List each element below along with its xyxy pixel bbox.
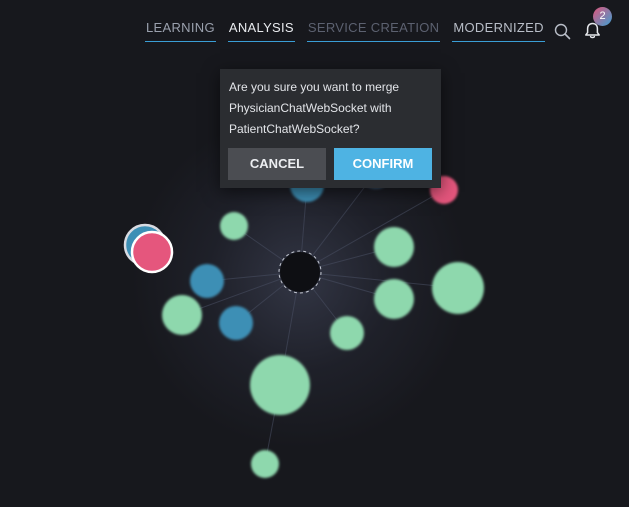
graph-node[interactable] [250,355,310,415]
graph-node[interactable] [251,450,279,478]
center-node[interactable] [278,250,322,294]
graph-node[interactable] [220,212,248,240]
graph-node[interactable] [330,316,364,350]
notification-badge[interactable]: 2 [593,7,612,26]
graph-node[interactable] [374,227,414,267]
tab-learning[interactable]: LEARNING [145,20,216,42]
graph-node[interactable] [162,295,202,335]
dialog-message: Are you sure you want to merge Physician… [229,80,400,136]
graph-node[interactable] [190,264,224,298]
top-navbar: LEARNING ANALYSIS SERVICE CREATION MODER… [0,0,629,56]
merge-confirm-dialog: Are you sure you want to merge Physician… [220,69,441,188]
search-icon[interactable] [554,23,571,45]
graph-node[interactable] [432,262,484,314]
dragged-node[interactable] [123,223,174,274]
confirm-button[interactable]: CONFIRM [334,148,432,180]
graph-node[interactable] [219,306,253,340]
cancel-button[interactable]: CANCEL [228,148,326,180]
tab-analysis[interactable]: ANALYSIS [227,20,295,42]
nav-tabs: LEARNING ANALYSIS SERVICE CREATION MODER… [145,20,545,42]
tab-modernized[interactable]: MODERNIZED [452,20,545,42]
graph-node[interactable] [374,279,414,319]
tab-service-creation[interactable]: SERVICE CREATION [306,20,441,42]
